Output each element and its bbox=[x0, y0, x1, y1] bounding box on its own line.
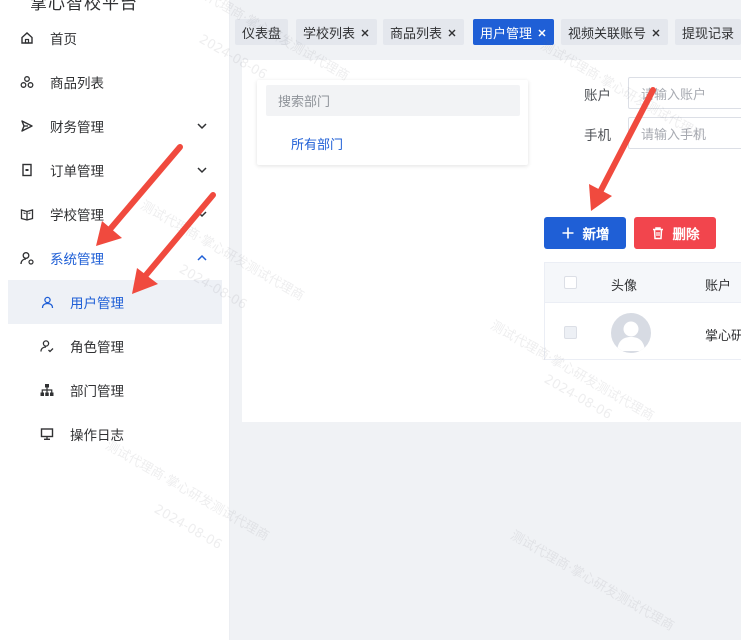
header-account: 账户 bbox=[705, 279, 732, 294]
chevron-down-icon bbox=[195, 163, 209, 177]
trash-icon bbox=[651, 226, 665, 240]
tab-label: 仪表盘 bbox=[242, 26, 282, 42]
goods-icon bbox=[18, 73, 36, 91]
send-icon bbox=[18, 117, 36, 135]
watermark-text: 测试代理商·掌心研发测试代理商 bbox=[507, 528, 677, 635]
tabs-bar: 仪表盘 学校列表 商品列表 用户管理 视频关联账号 提现记录 bbox=[231, 14, 741, 50]
sidebar-item-role-management[interactable]: 角色管理 bbox=[0, 324, 229, 368]
sidebar-item-label: 操作日志 bbox=[70, 428, 124, 444]
account-placeholder: 请输入账户 bbox=[641, 87, 707, 103]
close-icon[interactable] bbox=[537, 27, 547, 37]
phone-placeholder: 请输入手机 bbox=[641, 127, 707, 143]
chevron-down-icon bbox=[195, 119, 209, 133]
delete-button[interactable]: 删除 bbox=[634, 217, 716, 249]
tab-video-accounts[interactable]: 视频关联账号 bbox=[561, 19, 669, 45]
user-table: 头像 账户 掌心研 bbox=[544, 262, 741, 360]
sidebar-item-label: 系统管理 bbox=[50, 252, 104, 268]
chevron-down-icon bbox=[195, 207, 209, 221]
add-button[interactable]: 新增 bbox=[544, 217, 626, 249]
sidebar: 掌心智校平台 首页 商品列表 财务管理 订单管理 学校管理 系统管理 用户管理 … bbox=[0, 0, 230, 640]
sidebar-item-label: 财务管理 bbox=[50, 120, 104, 136]
sidebar-item-label: 学校管理 bbox=[50, 208, 104, 224]
sidebar-item-operation-log[interactable]: 操作日志 bbox=[0, 412, 229, 456]
close-icon[interactable] bbox=[447, 27, 457, 37]
avatar bbox=[611, 313, 651, 353]
sidebar-item-orders[interactable]: 订单管理 bbox=[0, 148, 229, 192]
user-icon bbox=[38, 293, 56, 311]
sidebar-item-finance[interactable]: 财务管理 bbox=[0, 104, 229, 148]
role-icon bbox=[38, 337, 56, 355]
sidebar-item-schools[interactable]: 学校管理 bbox=[0, 192, 229, 236]
select-all-checkbox[interactable] bbox=[564, 276, 577, 289]
header-avatar: 头像 bbox=[611, 279, 638, 294]
chevron-up-icon bbox=[195, 251, 209, 265]
sidebar-item-label: 用户管理 bbox=[70, 296, 124, 312]
monitor-icon bbox=[38, 425, 56, 443]
tab-goods-list[interactable]: 商品列表 bbox=[383, 19, 465, 45]
tab-label: 提现记录 bbox=[682, 26, 735, 42]
sidebar-item-label: 商品列表 bbox=[50, 76, 104, 92]
order-icon bbox=[18, 161, 36, 179]
sidebar-item-label: 部门管理 bbox=[70, 384, 124, 400]
system-submenu: 用户管理 角色管理 部门管理 操作日志 bbox=[0, 280, 229, 456]
account-input[interactable]: 请输入账户 bbox=[628, 77, 741, 109]
close-icon[interactable] bbox=[360, 27, 370, 37]
app-title: 掌心智校平台 bbox=[30, 0, 138, 14]
tab-label: 学校列表 bbox=[303, 26, 356, 42]
content-panel: 搜索部门 所有部门 账户 请输入账户 手机 请输入手机 新增 删除 头像 账户 … bbox=[242, 60, 741, 422]
add-button-label: 新增 bbox=[582, 227, 610, 243]
tab-label: 视频关联账号 bbox=[568, 26, 647, 42]
plus-icon bbox=[561, 226, 575, 240]
tree-icon bbox=[38, 381, 56, 399]
table-header: 头像 账户 bbox=[545, 263, 741, 303]
tab-dashboard[interactable]: 仪表盘 bbox=[235, 19, 289, 45]
tab-withdraw-records[interactable]: 提现记录 bbox=[675, 19, 741, 45]
close-icon[interactable] bbox=[651, 27, 661, 37]
book-icon bbox=[18, 205, 36, 223]
tab-user-management[interactable]: 用户管理 bbox=[473, 19, 555, 45]
sidebar-menu: 首页 商品列表 财务管理 订单管理 学校管理 系统管理 用户管理 角色管理 部门… bbox=[0, 16, 229, 456]
tab-label: 商品列表 bbox=[390, 26, 443, 42]
phone-input[interactable]: 请输入手机 bbox=[628, 117, 741, 149]
phone-label: 手机 bbox=[584, 128, 611, 144]
tab-label: 用户管理 bbox=[480, 26, 533, 42]
department-panel: 搜索部门 所有部门 bbox=[257, 80, 528, 165]
tab-school-list[interactable]: 学校列表 bbox=[296, 19, 378, 45]
sidebar-item-goods[interactable]: 商品列表 bbox=[0, 60, 229, 104]
sidebar-item-user-management[interactable]: 用户管理 bbox=[8, 280, 222, 324]
user-gear-icon bbox=[18, 249, 36, 267]
sidebar-item-dept-management[interactable]: 部门管理 bbox=[0, 368, 229, 412]
dept-search-input[interactable]: 搜索部门 bbox=[266, 85, 520, 116]
sidebar-item-system[interactable]: 系统管理 bbox=[0, 236, 229, 280]
home-icon bbox=[18, 29, 36, 47]
delete-button-label: 删除 bbox=[672, 227, 700, 243]
sidebar-item-home[interactable]: 首页 bbox=[0, 16, 229, 60]
sidebar-item-label: 订单管理 bbox=[50, 164, 104, 180]
cell-account: 掌心研 bbox=[705, 329, 741, 344]
sidebar-item-label: 首页 bbox=[50, 32, 77, 48]
row-checkbox[interactable] bbox=[564, 326, 577, 339]
account-label: 账户 bbox=[584, 88, 611, 104]
sidebar-item-label: 角色管理 bbox=[70, 340, 124, 356]
dept-tree-all[interactable]: 所有部门 bbox=[291, 134, 343, 153]
dept-search-placeholder: 搜索部门 bbox=[278, 95, 331, 110]
